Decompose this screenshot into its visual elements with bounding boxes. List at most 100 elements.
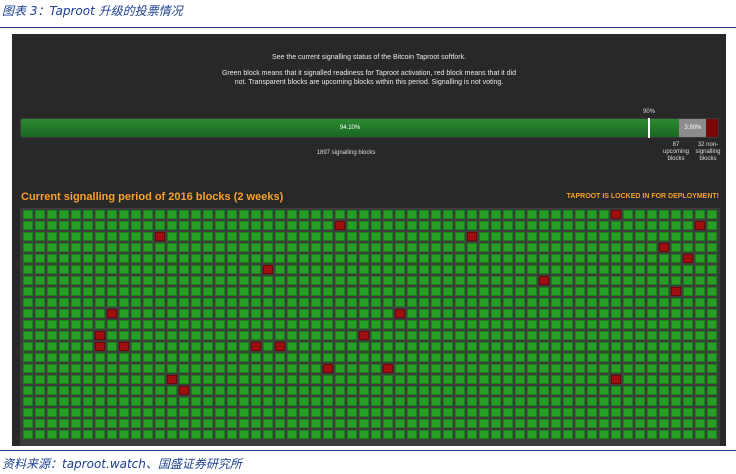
signalling-block [191,243,201,252]
signalling-block [443,210,453,219]
signalling-block [611,232,621,241]
signalling-block [527,265,537,274]
signalling-block [47,276,57,285]
signalling-block [515,232,525,241]
signalling-block [35,265,45,274]
signalling-block [251,232,261,241]
signalling-block [71,342,81,351]
signalling-block [491,254,501,263]
signalling-block [551,364,561,373]
signalling-block [395,419,405,428]
signalling-block [623,408,633,417]
signalling-block [251,265,261,274]
signalling-block [275,419,285,428]
signalling-block [575,221,585,230]
signalling-block [515,397,525,406]
signalling-block [299,331,309,340]
signalling-block [443,331,453,340]
signalling-block [71,408,81,417]
signalling-block [575,232,585,241]
signalling-block [239,320,249,329]
signalling-block [599,331,609,340]
signalling-block [371,232,381,241]
signalling-block [275,408,285,417]
signalling-block [623,287,633,296]
signalling-block [311,353,321,362]
signalling-block [83,320,93,329]
signalling-block [395,276,405,285]
signalling-block [491,309,501,318]
signalling-block [323,232,333,241]
signalling-block [23,232,33,241]
signalling-block [647,408,657,417]
signalling-block [275,364,285,373]
signalling-block [95,353,105,362]
signalling-block [455,375,465,384]
signalling-block [503,276,513,285]
signalling-block [659,397,669,406]
signalling-block [239,331,249,340]
signalling-block [551,243,561,252]
signalling-block [359,232,369,241]
signalling-block [179,221,189,230]
signalling-block [83,331,93,340]
signalling-block [347,430,357,439]
signalling-block [707,210,717,219]
signalling-block [143,353,153,362]
signalling-block [311,331,321,340]
signalling-block [455,430,465,439]
signalling-block [299,254,309,263]
signalling-block [35,342,45,351]
signalling-block [683,243,693,252]
lock-in-status: TAPROOT IS LOCKED IN FOR DEPLOYMENT! [566,193,719,200]
signalling-block [623,232,633,241]
signalling-block [371,320,381,329]
signalling-block [359,375,369,384]
signalling-block [239,287,249,296]
signalling-block [215,232,225,241]
signalling-block [167,221,177,230]
signalling-block [47,265,57,274]
signalling-block [167,419,177,428]
signalling-block [155,254,165,263]
signalling-block [443,342,453,351]
signalling-block [335,309,345,318]
signalling-block [635,408,645,417]
signalling-block [155,243,165,252]
signalling-block [419,243,429,252]
signalling-block [299,353,309,362]
signalling-block [515,265,525,274]
signalling-block [515,320,525,329]
signalling-block [707,419,717,428]
signalling-block [119,309,129,318]
signalling-block [503,232,513,241]
signalling-block [227,430,237,439]
signalling-block [599,287,609,296]
signalling-block [179,430,189,439]
non-signalling-block [467,232,477,241]
signalling-block [35,243,45,252]
signalling-block [71,221,81,230]
non-signalling-block [275,342,285,351]
signalling-block [311,309,321,318]
signalling-block [539,353,549,362]
signalling-block [647,375,657,384]
signalling-block [671,430,681,439]
signalling-block [395,375,405,384]
signalling-block [347,353,357,362]
signalling-block [383,232,393,241]
signalling-block [479,397,489,406]
signalling-block [575,364,585,373]
signalling-block [455,210,465,219]
signalling-block [431,353,441,362]
signalling-block [455,342,465,351]
signalling-block [107,210,117,219]
signalling-block [215,342,225,351]
signalling-block [107,430,117,439]
signalling-block [659,408,669,417]
signalling-block [95,364,105,373]
signalling-block [515,364,525,373]
signalling-block [503,342,513,351]
signalling-block [599,386,609,395]
signalling-block [335,419,345,428]
